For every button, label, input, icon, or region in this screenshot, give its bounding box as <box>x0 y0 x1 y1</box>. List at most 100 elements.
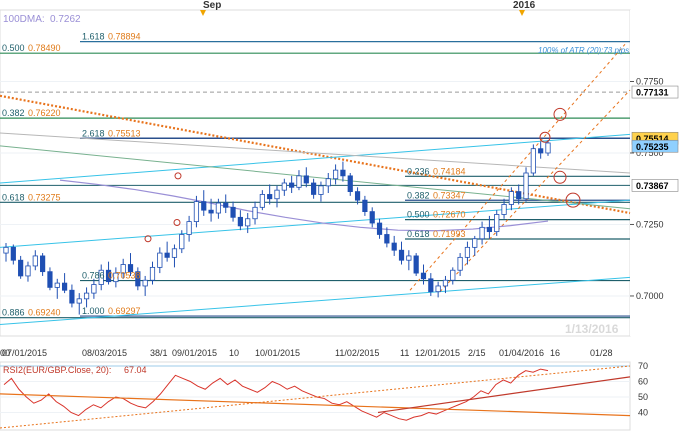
candle-body <box>457 256 463 271</box>
fib-ratio-label: 0.500 <box>2 43 25 53</box>
candle-body <box>538 148 544 154</box>
candle-body <box>442 279 449 287</box>
candle-body <box>450 269 456 281</box>
candle-body <box>435 285 441 293</box>
candle-body <box>208 209 214 214</box>
price-tag-label: 0.75235 <box>636 142 669 152</box>
fib-value-label: 0.75513 <box>108 128 141 138</box>
candle-body <box>303 175 309 184</box>
fib-value-label: 0.78490 <box>28 43 61 53</box>
candle-body <box>186 221 192 235</box>
candle-body <box>325 178 331 187</box>
candle-body <box>47 271 53 288</box>
candle-body <box>391 242 397 251</box>
candle-body <box>252 206 258 220</box>
fib-ratio-label: 0.382 <box>407 190 430 200</box>
fib-ratio-label: 0.618 <box>407 229 430 239</box>
candle-body <box>340 169 346 177</box>
fib-ratio-label: 0.236 <box>407 166 430 176</box>
candle-body <box>354 191 361 201</box>
candle-body <box>230 206 236 218</box>
price-tick-label: 0.7000 <box>636 291 664 301</box>
candle-body <box>223 202 229 208</box>
date-label: 01/04/2016 <box>499 348 544 358</box>
candle-body <box>18 259 24 277</box>
candle-body <box>40 255 46 273</box>
fib-value-label: 0.71993 <box>433 229 466 239</box>
candle-body <box>193 201 200 223</box>
candle-body <box>311 182 317 195</box>
candle-body <box>530 148 536 174</box>
fib-value-label: 0.70538 <box>108 271 141 281</box>
date-label-fragment: 10 <box>229 348 239 358</box>
fib-ratio-label: 1.618 <box>82 32 105 42</box>
fib-value-label: 0.73347 <box>433 190 466 200</box>
forex-chart: 1.618 0.788940.500 0.784900.382 0.762202.61… <box>0 0 680 434</box>
candle-body <box>523 172 529 200</box>
date-label: 12/01/2015 <box>415 348 460 358</box>
fib-value-label: 0.73275 <box>28 192 61 202</box>
rsi-tick-label: 70 <box>638 361 648 371</box>
candle-body <box>61 282 68 291</box>
atr-annotation: 100% of ATR (20):73 pips <box>538 46 629 55</box>
candle-body <box>406 255 412 261</box>
candle-body <box>54 282 60 288</box>
fib-ratio-label: 0.618 <box>2 192 25 202</box>
candle-body <box>413 255 419 274</box>
candle-body <box>376 222 383 235</box>
fib-ratio-label: 0.886 <box>2 308 25 318</box>
candle-body <box>494 214 500 233</box>
candle-body <box>179 234 185 250</box>
price-tick-label: 0.7250 <box>636 219 664 229</box>
candle-body <box>501 204 507 215</box>
fib-ratio-label: 2.618 <box>82 128 105 138</box>
date-label: 11/02/2015 <box>335 348 379 358</box>
rsi-tick-label: 40 <box>638 408 648 418</box>
candle-body <box>10 246 16 261</box>
candle-body <box>142 279 148 287</box>
candle-body <box>428 278 434 293</box>
candle-body <box>201 201 207 211</box>
top-marker-2016: 2016 <box>513 0 536 11</box>
date-label-fragment: 38/1 <box>150 348 168 358</box>
candle-body <box>164 252 170 258</box>
candle-body <box>464 246 471 258</box>
rsi-tick-label: 50 <box>638 392 648 402</box>
price-tag-label: 0.73867 <box>636 181 669 191</box>
candle-body <box>479 226 485 240</box>
candle-body <box>318 185 324 195</box>
candle-body <box>3 246 9 254</box>
candle-body <box>32 255 38 267</box>
date-label-fragment: 11 <box>400 348 409 358</box>
date-watermark: 1/13/2016 <box>565 322 619 336</box>
fib-ratio-label: 0.382 <box>2 108 25 118</box>
ma-legend-name: 100DMA: <box>3 14 45 25</box>
price-axis-area <box>630 10 680 336</box>
price-tick-label: 0.7750 <box>636 76 664 86</box>
ma-legend-value: 0.7262 <box>50 14 81 25</box>
candle-body <box>149 266 156 281</box>
candle-body <box>259 194 265 208</box>
candle-body <box>362 199 368 213</box>
date-label-fragment: 00 <box>0 348 10 358</box>
candle-body <box>384 234 390 244</box>
candle-body <box>267 194 273 200</box>
candle-body <box>296 175 302 188</box>
fib-value-label: 0.74184 <box>433 166 466 176</box>
candle-body <box>420 272 427 280</box>
date-label: 09/01/2015 <box>172 348 217 358</box>
candle-body <box>157 252 163 268</box>
candle-body <box>171 248 178 258</box>
candle-body <box>91 284 97 294</box>
date-label-fragment: 16 <box>550 348 560 358</box>
price-tag-label: 0.77131 <box>636 88 669 98</box>
date-label: 08/03/2015 <box>82 348 127 358</box>
fib-value-label: 0.72670 <box>433 210 466 220</box>
date-label-fragment: 2/15 <box>468 348 486 358</box>
candle-body <box>83 292 90 300</box>
date-label-fragment: 01/28 <box>590 348 613 358</box>
candle-body <box>76 298 82 304</box>
fib-ratio-label: 0.786 <box>82 271 105 281</box>
candle-body <box>289 182 295 188</box>
rsi-tick-label: 60 <box>638 377 648 387</box>
